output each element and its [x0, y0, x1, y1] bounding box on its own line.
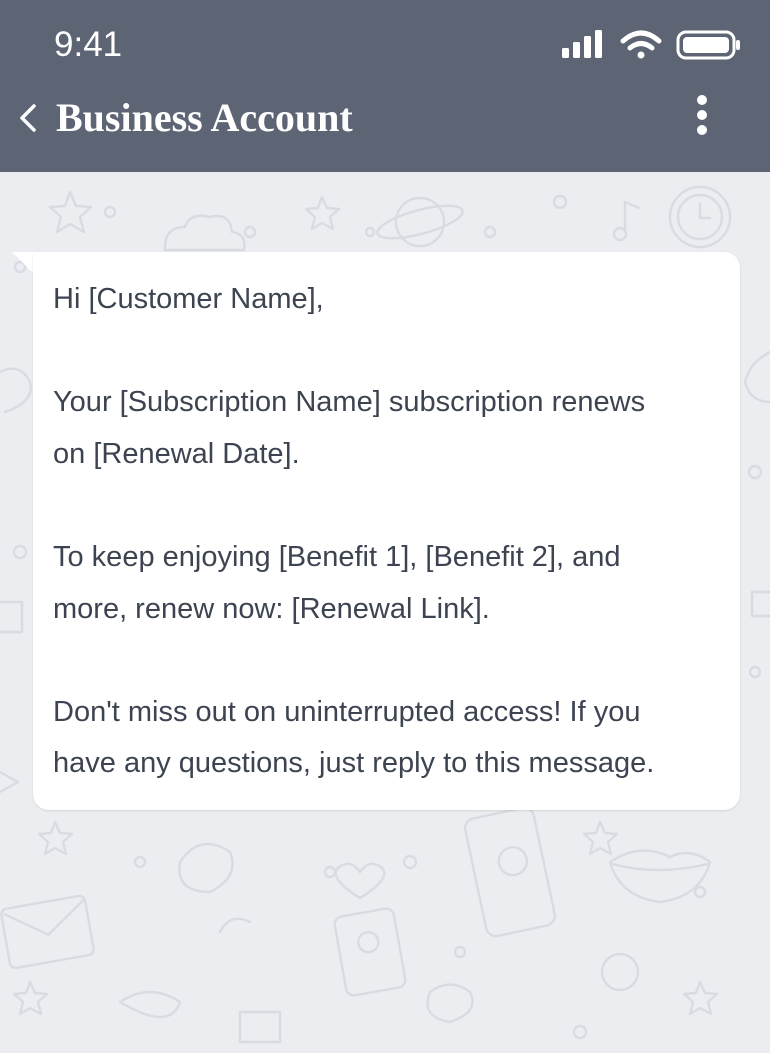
status-time: 9:41 — [54, 25, 123, 64]
page-title: Business Account — [56, 95, 353, 140]
app-header: 9:41 Business Account — [0, 0, 770, 172]
more-vertical-icon — [697, 95, 707, 135]
message-line: To keep enjoying [Benefit 1], [Benefit 2… — [53, 540, 621, 573]
battery-icon — [676, 30, 740, 60]
message-line: more, renew now: [Renewal Link]. — [53, 592, 490, 625]
message-line: Hi [Customer Name], — [53, 283, 324, 315]
message-line — [53, 480, 720, 532]
message-bubble[interactable]: Hi [Customer Name], Your [Subscription N… — [33, 252, 740, 810]
message-line — [53, 635, 720, 687]
wifi-icon — [620, 30, 662, 59]
more-options-button[interactable] — [682, 90, 722, 142]
message-line: have any questions, just reply to this m… — [53, 747, 655, 780]
back-button[interactable] — [10, 92, 44, 144]
chevron-left-icon — [20, 104, 36, 132]
message-line — [53, 326, 720, 378]
message-line: Don't miss out on uninterrupted access! … — [53, 695, 641, 728]
message-line: Your [Subscription Name] subscription re… — [53, 386, 646, 419]
status-icons — [560, 26, 742, 64]
signal-icon — [562, 30, 602, 58]
message-line: on [Renewal Date]. — [53, 437, 300, 470]
